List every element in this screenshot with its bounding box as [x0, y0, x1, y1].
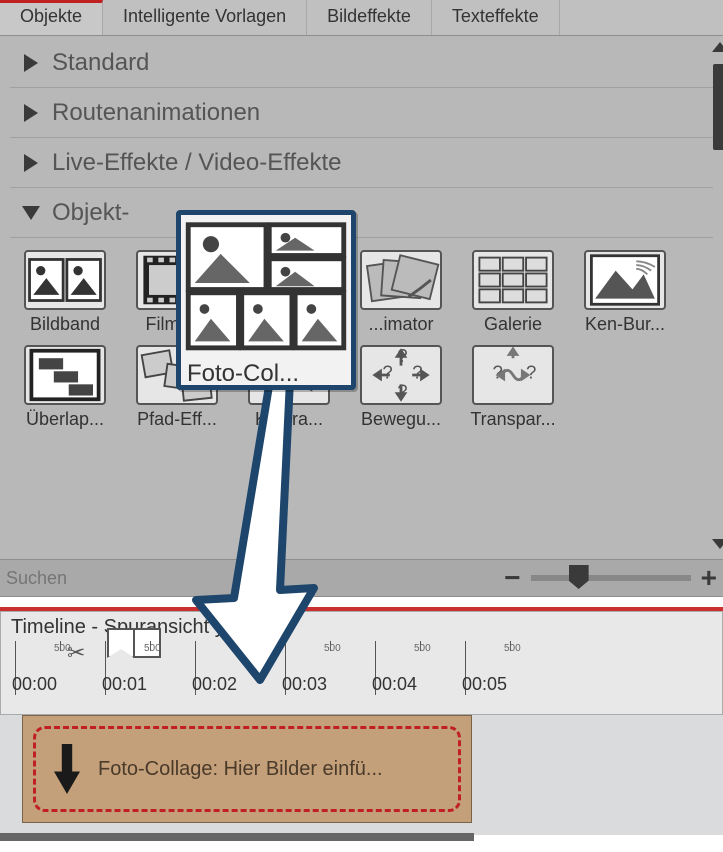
toolbox-tabs: Objekte Intelligente Vorlagen Bildeffekt… [0, 0, 723, 36]
expand-icon [24, 154, 38, 172]
effect-kenburns[interactable]: Ken-Bur... [576, 250, 674, 335]
category-live-effekte[interactable]: Live-Effekte / Video-Effekte [10, 138, 713, 188]
category-standard[interactable]: Standard [10, 38, 713, 88]
dragged-label: Foto-Col... [181, 358, 351, 385]
category-routenanimationen[interactable]: Routenanimationen [10, 88, 713, 138]
tick-small: 500 [414, 643, 431, 654]
scroll-down-icon[interactable] [712, 539, 723, 549]
category-label: Routenanimationen [52, 99, 260, 127]
expand-icon [24, 104, 38, 122]
effect-thumb [24, 345, 106, 405]
panel-scrollbar[interactable] [713, 42, 723, 549]
svg-text:?: ? [382, 362, 392, 383]
scroll-thumb[interactable] [713, 64, 723, 150]
effect-thumb: ???? [360, 345, 442, 405]
svg-text:?: ? [526, 362, 536, 383]
effect-label: Galerie [484, 314, 542, 335]
drag-direction-arrow-icon [190, 370, 320, 690]
zoom-in-icon[interactable]: + [701, 564, 717, 592]
timeline: Timeline - Spuransicht yboard ✂ 50000:00… [0, 611, 723, 715]
effect-thumb [472, 250, 554, 310]
category-label: Standard [52, 49, 149, 77]
search-bar: − + [0, 559, 723, 597]
dragged-effect-fotocollage[interactable]: Foto-Col... [176, 210, 356, 390]
tick-label: 00:05 [462, 674, 507, 695]
tick-label: 00:01 [102, 674, 147, 695]
effects-panel: Standard Routenanimationen Live-Effekte … [0, 36, 723, 559]
tick-small: 500 [504, 643, 521, 654]
effect-ueberlappung[interactable]: Überlap... [16, 345, 114, 430]
effect-label: Bewegu... [361, 409, 441, 430]
collapse-icon [22, 206, 40, 220]
effect-label: Transpar... [470, 409, 555, 430]
tick-small: 500 [324, 643, 341, 654]
clip-fotocollage[interactable]: Foto-Collage: Hier Bilder einfü... [22, 715, 472, 823]
expand-icon [24, 54, 38, 72]
zoom-thumb[interactable] [569, 565, 589, 589]
zoom-controls: − + [504, 564, 717, 592]
effect-label: Bildband [30, 314, 100, 335]
zoom-out-icon[interactable]: − [504, 564, 520, 592]
effect-bildband[interactable]: Bildband [16, 250, 114, 335]
category-label: Live-Effekte / Video-Effekte [52, 149, 342, 177]
effect-transparenz[interactable]: ?? Transpar... [464, 345, 562, 430]
tick-small: 500 [54, 643, 71, 654]
effect-label: Überlap... [26, 409, 104, 430]
category-objekt[interactable]: Objekt- [10, 188, 713, 238]
timeline-ruler[interactable]: 50000:00 50000:01 50000:02 50000:03 5000… [15, 641, 708, 695]
effect-thumb: ?? [472, 345, 554, 405]
effects-grid: Bildband Filmst... ...imator Galerie [10, 238, 713, 430]
effect-bewegung[interactable]: ???? Bewegu... [352, 345, 450, 430]
dragged-thumb [181, 215, 351, 358]
tab-intelligente-vorlagen[interactable]: Intelligente Vorlagen [103, 0, 307, 35]
effect-animator[interactable]: ...imator [352, 250, 450, 335]
effect-thumb [360, 250, 442, 310]
effect-thumb [584, 250, 666, 310]
zoom-slider[interactable] [531, 575, 691, 581]
tick-label: 00:00 [12, 674, 57, 695]
scroll-up-icon[interactable] [712, 42, 723, 52]
effect-galerie[interactable]: Galerie [464, 250, 562, 335]
drop-arrow-icon [54, 744, 80, 794]
tab-texteffekte[interactable]: Texteffekte [432, 0, 560, 35]
category-label: Objekt- [52, 199, 129, 227]
effect-label: Ken-Bur... [585, 314, 665, 335]
effect-thumb [24, 250, 106, 310]
clip-label: Foto-Collage: Hier Bilder einfü... [98, 758, 383, 781]
tab-bildeffekte[interactable]: Bildeffekte [307, 0, 432, 35]
tick-label: 00:04 [372, 674, 417, 695]
timeline-track[interactable]: Foto-Collage: Hier Bilder einfü... [0, 715, 723, 835]
effect-label: ...imator [368, 314, 433, 335]
clip-shadow [0, 833, 474, 841]
clip-dropzone[interactable]: Foto-Collage: Hier Bilder einfü... [33, 726, 461, 812]
tab-objekte[interactable]: Objekte [0, 0, 103, 35]
tick-small: 500 [144, 643, 161, 654]
